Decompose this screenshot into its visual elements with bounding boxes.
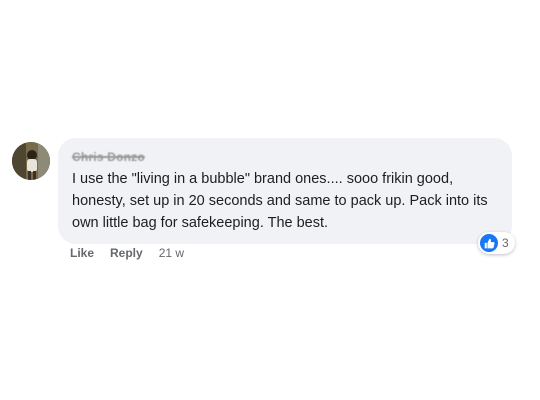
reaction-summary[interactable]: 3 xyxy=(478,232,515,254)
reaction-count: 3 xyxy=(502,236,509,250)
comment-page: Chris Donzo I use the "living in a bubbl… xyxy=(0,0,540,400)
avatar[interactable] xyxy=(12,142,50,180)
comment-bubble: Chris Donzo I use the "living in a bubbl… xyxy=(58,138,512,244)
comment-timestamp[interactable]: 21 w xyxy=(159,246,184,260)
reply-button[interactable]: Reply xyxy=(110,246,143,260)
avatar-image xyxy=(12,142,50,180)
thumbs-up-icon xyxy=(480,234,498,252)
like-button[interactable]: Like xyxy=(70,246,94,260)
comment-author[interactable]: Chris Donzo xyxy=(72,149,145,165)
comment-actions: Like Reply 21 w xyxy=(70,246,184,260)
comment-text: I use the "living in a bubble" brand one… xyxy=(72,171,488,231)
